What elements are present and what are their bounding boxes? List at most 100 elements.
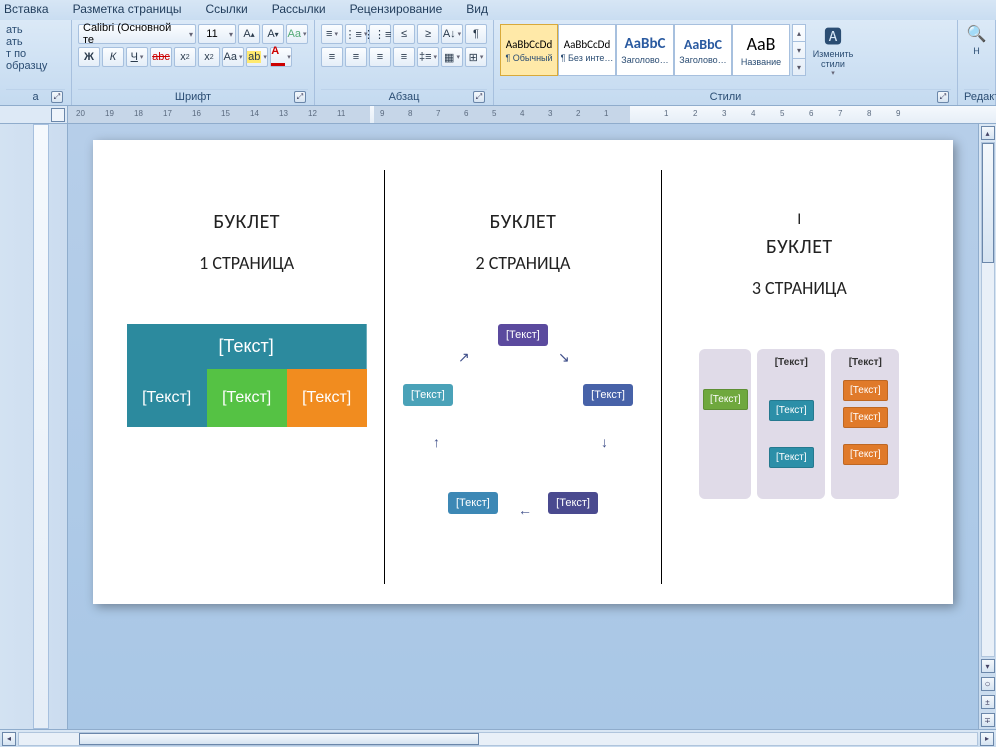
ruler-corner [0, 106, 68, 123]
scroll-right-icon[interactable]: ▸ [980, 732, 994, 746]
format-painter[interactable]: т по образцу [6, 48, 65, 72]
scroll-up-icon[interactable]: ▴ [981, 126, 995, 140]
menu-page-layout[interactable]: Разметка страницы [73, 2, 182, 16]
change-case-button[interactable]: Aa [222, 47, 244, 67]
menu-mailings[interactable]: Рассылки [272, 2, 326, 16]
ruler-horizontal-wrap: 20191817161514131211987654321123456789 [0, 106, 996, 124]
increase-indent-button[interactable]: ≥ [417, 24, 439, 44]
tab-selector[interactable] [51, 108, 65, 122]
smartart-list-cell-3[interactable]: [Текст] [287, 369, 367, 427]
scrollbar-horizontal[interactable]: ◂ ▸ [0, 729, 996, 747]
ruler-vertical[interactable] [0, 124, 68, 729]
gallery-up-icon[interactable]: ▴ [793, 25, 805, 42]
cycle-node-3[interactable]: [Текст] [548, 492, 598, 514]
cycle-node-4[interactable]: [Текст] [448, 492, 498, 514]
styles-gallery: AaBbCcDd¶ ОбычныйAaBbCcDd¶ Без инте…AaBb… [500, 24, 790, 76]
hier-root[interactable]: [Текст] [703, 389, 748, 410]
style-item-0[interactable]: AaBbCcDd¶ Обычный [500, 24, 558, 76]
document-viewport[interactable]: БУКЛЕТ 1 СТРАНИЦА [Текст] [Текст] [Текст… [68, 124, 978, 729]
italic-button[interactable]: К [102, 47, 124, 67]
group-label-paragraph: Абзац⤢ [321, 89, 487, 105]
clipboard-launcher-icon[interactable]: ⤢ [51, 91, 63, 103]
smartart-list[interactable]: [Текст] [Текст] [Текст] [Текст] [127, 324, 367, 427]
sort-button[interactable]: A↓ [441, 24, 463, 44]
multilevel-button[interactable]: ⋮⋮≡ [369, 24, 391, 44]
hier-mid-2[interactable]: [Текст] [769, 447, 814, 468]
brochure-panel-3: I БУКЛЕТ 3 СТРАНИЦА [Текст] [Текст] [Тек… [662, 180, 937, 544]
hier-col2-header: [Текст] [775, 357, 808, 368]
style-item-3[interactable]: AaBbCЗаголово… [674, 24, 732, 76]
smartart-list-header[interactable]: [Текст] [127, 324, 367, 369]
menu-insert[interactable]: Вставка [4, 2, 49, 16]
decrease-indent-button[interactable]: ≤ [393, 24, 415, 44]
cycle-node-2[interactable]: [Текст] [583, 384, 633, 406]
hier-col-3: [Текст] [Текст] [Текст] [Текст] [831, 349, 899, 499]
scroll-left-icon[interactable]: ◂ [2, 732, 16, 746]
menu-references[interactable]: Ссылки [205, 2, 247, 16]
font-family-combo[interactable]: Calibri (Основной те [78, 24, 196, 44]
gallery-expand-icon[interactable]: ▾ [793, 59, 805, 75]
style-item-2[interactable]: AaBbCЗаголово… [616, 24, 674, 76]
shading-button[interactable]: ▦ [441, 47, 463, 67]
menu-bar: Вставка Разметка страницы Ссылки Рассылк… [0, 0, 996, 20]
shrink-font-button[interactable]: A▾ [262, 24, 284, 44]
font-launcher-icon[interactable]: ⤢ [294, 91, 306, 103]
hier-leaf-3[interactable]: [Текст] [843, 444, 888, 465]
smartart-list-cell-1[interactable]: [Текст] [127, 369, 207, 427]
next-page-icon[interactable]: ∓ [981, 713, 995, 727]
subscript-button[interactable]: x2 [174, 47, 196, 67]
scroll-down-icon[interactable]: ▾ [981, 659, 995, 673]
menu-view[interactable]: Вид [466, 2, 488, 16]
grow-font-button[interactable]: A▴ [238, 24, 260, 44]
bullets-button[interactable]: ≡ [321, 24, 343, 44]
clear-formatting-button[interactable]: Aa [286, 24, 308, 44]
scrollbar-vertical[interactable]: ▴ ▾ ○ ± ∓ [978, 124, 996, 729]
superscript-button[interactable]: x2 [198, 47, 220, 67]
underline-button[interactable]: Ч [126, 47, 148, 67]
panel1-subtitle: 1 СТРАНИЦА [199, 252, 294, 274]
scroll-track-h[interactable] [18, 732, 978, 746]
smartart-list-cell-2[interactable]: [Текст] [207, 369, 287, 427]
menu-review[interactable]: Рецензирование [350, 2, 443, 16]
strikethrough-button[interactable]: abc [150, 47, 172, 67]
highlight-button[interactable]: ab [246, 47, 268, 67]
align-center-button[interactable]: ≡ [345, 47, 367, 67]
paragraph-launcher-icon[interactable]: ⤢ [473, 91, 485, 103]
change-styles-icon: 🅰 [824, 23, 842, 49]
align-left-button[interactable]: ≡ [321, 47, 343, 67]
scroll-thumb-v[interactable] [982, 143, 994, 263]
hier-mid-1[interactable]: [Текст] [769, 400, 814, 421]
gallery-down-icon[interactable]: ▾ [793, 42, 805, 59]
scroll-thumb-h[interactable] [79, 733, 479, 745]
copy-fragment[interactable]: ать [6, 36, 23, 48]
smartart-cycle[interactable]: [Текст] [Текст] [Текст] [Текст] [Текст] … [403, 324, 643, 524]
panel2-subtitle: 2 СТРАНИЦА [476, 252, 571, 274]
cycle-arrow-icon: ↑ [433, 434, 440, 450]
style-item-4[interactable]: АаВНазвание [732, 24, 790, 76]
style-item-1[interactable]: AaBbCcDd¶ Без инте… [558, 24, 616, 76]
show-marks-button[interactable]: ¶ [465, 24, 487, 44]
styles-launcher-icon[interactable]: ⤢ [937, 91, 949, 103]
hier-col3-header: [Текст] [849, 357, 882, 368]
line-spacing-button[interactable]: ‡≡ [417, 47, 439, 67]
scroll-track-v[interactable] [981, 142, 995, 657]
group-clipboard: ать ать т по образцу а⤢ [0, 20, 72, 105]
ruler-horizontal[interactable]: 20191817161514131211987654321123456789 [68, 106, 996, 123]
align-right-button[interactable]: ≡ [369, 47, 391, 67]
cut-fragment[interactable]: ать [6, 24, 23, 36]
styles-gallery-more[interactable]: ▴ ▾ ▾ [792, 24, 806, 76]
find-icon[interactable]: 🔍 [967, 24, 987, 44]
prev-page-icon[interactable]: ± [981, 695, 995, 709]
hier-leaf-2[interactable]: [Текст] [843, 407, 888, 428]
cycle-node-5[interactable]: [Текст] [403, 384, 453, 406]
cycle-node-1[interactable]: [Текст] [498, 324, 548, 346]
justify-button[interactable]: ≡ [393, 47, 415, 67]
bold-button[interactable]: Ж [78, 47, 100, 67]
font-color-button[interactable]: A [270, 47, 292, 67]
change-styles-button[interactable]: 🅰 Изменить стили ▾ [808, 24, 858, 76]
browse-object-icon[interactable]: ○ [981, 677, 995, 691]
smartart-hierarchy[interactable]: [Текст] [Текст] [Текст] [Текст] [Текст] … [699, 349, 899, 499]
hier-leaf-1[interactable]: [Текст] [843, 380, 888, 401]
borders-button[interactable]: ⊞ [465, 47, 487, 67]
font-size-combo[interactable]: 11 [198, 24, 236, 44]
